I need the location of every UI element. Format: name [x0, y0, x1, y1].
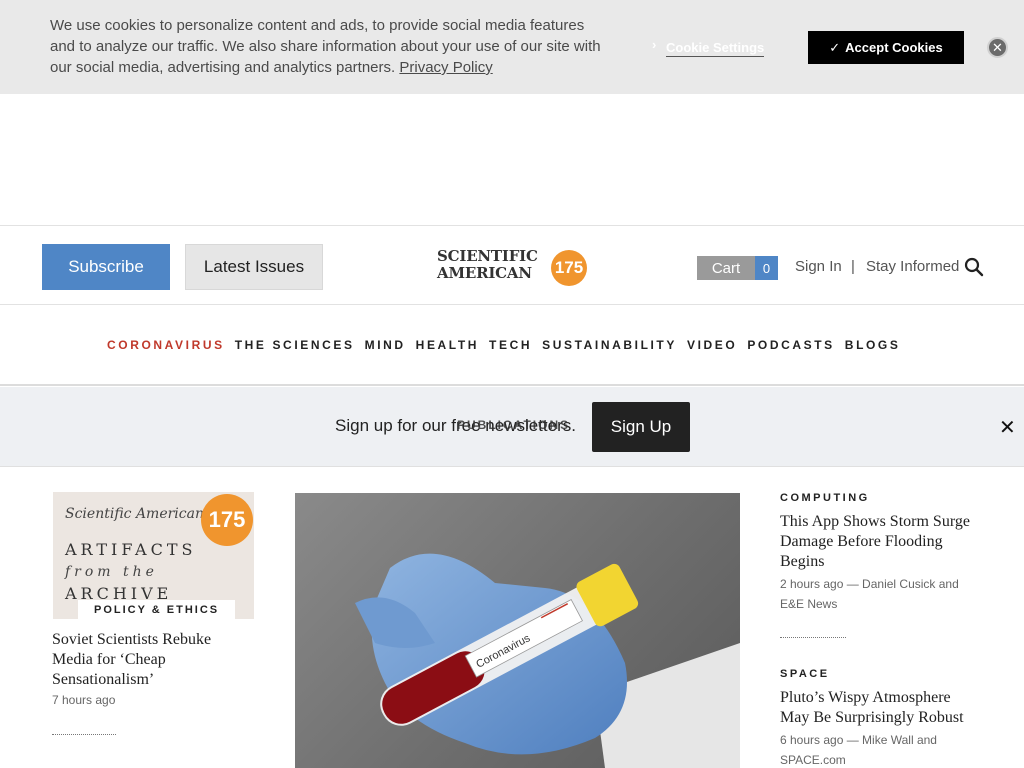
- nav-item-podcasts[interactable]: PODCASTS: [747, 338, 834, 352]
- cookie-notice-body: We use cookies to personalize content an…: [50, 17, 601, 76]
- latest-issues-button[interactable]: Latest Issues: [185, 244, 323, 290]
- logo-line-2: AMERICAN: [437, 264, 532, 282]
- divider: [52, 734, 116, 735]
- cookie-close-icon[interactable]: ✕: [987, 37, 1008, 58]
- newsletter-close-icon[interactable]: ✕: [999, 415, 1016, 440]
- article-title-link[interactable]: Soviet Scientists Rebuke Media for ‘Chea…: [52, 630, 252, 690]
- hero-illustration: Coronavirus: [355, 553, 740, 768]
- thumb-artifacts: ARTIFACTS: [65, 540, 197, 559]
- article-category-label[interactable]: COMPUTING: [780, 492, 870, 504]
- sign-in-link[interactable]: Sign In: [795, 258, 842, 275]
- nav-item-tech[interactable]: TECH: [489, 338, 532, 352]
- cookie-banner: We use cookies to personalize content an…: [0, 0, 1024, 94]
- checkmark-icon: ✓: [829, 39, 841, 55]
- article-title-link[interactable]: This App Shows Storm Surge Damage Before…: [780, 512, 980, 572]
- nav-item-coronavirus[interactable]: CORONAVIRUS: [107, 338, 225, 352]
- newsletter-signup-button[interactable]: Sign Up: [592, 402, 690, 452]
- divider: [780, 637, 846, 638]
- site-header: Subscribe Latest Issues SCIENTIFIC AMERI…: [0, 225, 1024, 305]
- header-separator: |: [851, 258, 855, 275]
- thumb-masthead: Scientific American.: [65, 506, 209, 522]
- site-logo[interactable]: SCIENTIFIC AMERICAN 175: [437, 248, 589, 286]
- publications-dropdown-label[interactable]: PUBLICATIONS: [457, 418, 570, 432]
- cart-label: Cart: [697, 256, 755, 280]
- nav-item-blogs[interactable]: BLOGS: [845, 338, 901, 352]
- cookie-settings-label: Cookie Settings: [666, 40, 765, 57]
- nav-item-mind[interactable]: MIND: [365, 338, 406, 352]
- nav-item-sustainability[interactable]: SUSTAINABILITY: [542, 338, 677, 352]
- logo-line-1: SCIENTIFIC: [437, 247, 538, 265]
- stay-informed-link[interactable]: Stay Informed: [866, 258, 959, 275]
- thumb-from-the: from the: [65, 564, 158, 580]
- main-navigation: CORONAVIRUS THE SCIENCES MIND HEALTH TEC…: [0, 305, 1024, 386]
- nav-item-video[interactable]: VIDEO: [687, 338, 737, 352]
- newsletter-bar: Sign up for our free newsletters. PUBLIC…: [0, 387, 1024, 467]
- nav-item-health[interactable]: HEALTH: [416, 338, 479, 352]
- thumb-175-badge: 175: [201, 494, 253, 546]
- article-category-label[interactable]: SPACE: [780, 668, 830, 680]
- article-timestamp: 7 hours ago: [52, 693, 116, 707]
- nav-item-the-sciences[interactable]: THE SCIENCES: [235, 338, 355, 352]
- article-category-label[interactable]: POLICY & ETHICS: [78, 600, 236, 620]
- article-title-link[interactable]: Pluto’s Wispy Atmosphere May Be Surprisi…: [780, 688, 980, 728]
- hero-image[interactable]: Coronavirus: [295, 493, 740, 768]
- cookie-notice-text: We use cookies to personalize content an…: [50, 15, 610, 78]
- subscribe-button[interactable]: Subscribe: [42, 244, 170, 290]
- cart-count: 0: [755, 256, 778, 280]
- accept-cookies-button[interactable]: ✓ Accept Cookies: [808, 31, 964, 64]
- article-byline: 6 hours ago — Mike Wall and SPACE.com: [780, 733, 937, 767]
- cart-button[interactable]: Cart 0: [697, 256, 778, 280]
- article-byline: 2 hours ago — Daniel Cusick and E&E News: [780, 577, 959, 611]
- chevron-right-icon: ›: [652, 37, 657, 52]
- logo-wordmark: SCIENTIFIC AMERICAN: [437, 248, 538, 282]
- accept-cookies-label: Accept Cookies: [845, 40, 943, 55]
- nav-list: CORONAVIRUS THE SCIENCES MIND HEALTH TEC…: [107, 338, 910, 352]
- logo-175-badge: 175: [551, 250, 587, 286]
- search-icon[interactable]: [964, 257, 984, 277]
- privacy-policy-link[interactable]: Privacy Policy: [399, 59, 492, 76]
